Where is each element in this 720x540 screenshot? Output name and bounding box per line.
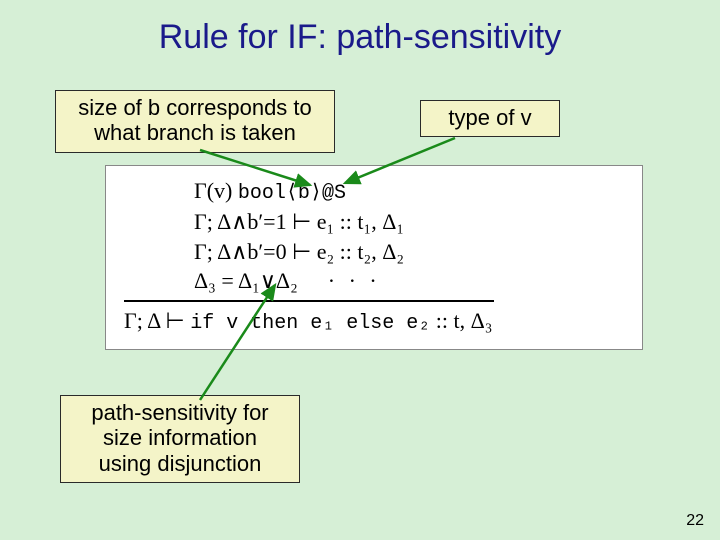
inference-rule-bar [124, 300, 494, 302]
rule-premise-1: Γ(v) bool⟨b⟩@S [124, 176, 624, 207]
slide-title: Rule for IF: path-sensitivity [0, 0, 720, 57]
rule-premise-2: Γ; Δ∧b′=1 ⊢ e₁ :: t₁, Δ₁ [124, 207, 624, 237]
rule-line4-dots: · · · [328, 266, 381, 296]
callout-type-of-v: type of v [420, 100, 560, 137]
callout-size-of-b: size of b corresponds to what branch is … [55, 90, 335, 153]
rule-conclusion: Γ; Δ ⊢ if v then e₁ else e₂ :: t, Δ₃ [124, 306, 624, 337]
rule-line4-eq: Δ₃ = Δ₁∨Δ₂ [194, 268, 298, 293]
rule-premise-4: Δ₃ = Δ₁∨Δ₂ · · · [124, 266, 624, 296]
rule-line1-type: bool⟨b⟩@S [238, 182, 346, 205]
rule-concl-pre: Γ; Δ ⊢ [124, 308, 190, 333]
rule-line1-pre: Γ(v) [194, 178, 238, 203]
rule-concl-tt: if v then e₁ else e₂ [190, 312, 430, 335]
callout-path-sensitivity: path-sensitivity for size information us… [60, 395, 300, 483]
inference-rule-box: Γ(v) bool⟨b⟩@S Γ; Δ∧b′=1 ⊢ e₁ :: t₁, Δ₁ … [105, 165, 643, 350]
page-number: 22 [686, 512, 704, 530]
rule-concl-post: :: t, Δ₃ [430, 308, 492, 333]
rule-premise-3: Γ; Δ∧b′=0 ⊢ e₂ :: t₂, Δ₂ [124, 237, 624, 267]
